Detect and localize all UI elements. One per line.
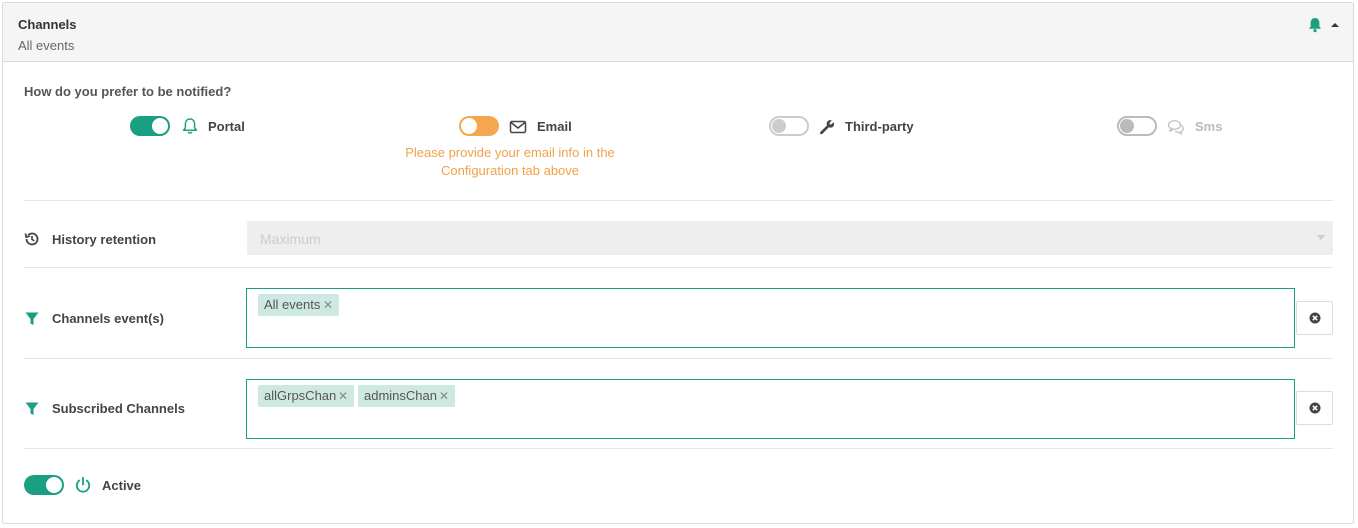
chevron-down-icon [1317, 235, 1325, 240]
email-label: Email [537, 119, 572, 134]
subscribed-channels-input[interactable]: allGrpsChan ✕ adminsChan ✕ [246, 379, 1295, 439]
remove-tag-icon[interactable]: ✕ [338, 385, 348, 407]
envelope-icon [509, 120, 527, 134]
divider [24, 267, 1333, 268]
third-party-label: Third-party [845, 119, 914, 134]
subscribed-channels-label: Subscribed Channels [52, 401, 185, 416]
panel-title: Channels [18, 17, 77, 32]
channels-events-label: Channels event(s) [52, 311, 164, 326]
divider [24, 358, 1333, 359]
power-icon [75, 476, 91, 493]
panel-subtitle: All events [18, 38, 75, 53]
remove-tag-icon[interactable]: ✕ [439, 385, 449, 407]
clear-subscribed-channels-button[interactable] [1296, 391, 1333, 425]
tag-all-events: All events ✕ [258, 294, 339, 316]
bell-icon [182, 118, 198, 134]
remove-tag-icon[interactable]: ✕ [323, 294, 333, 316]
tag-label: adminsChan [364, 388, 437, 403]
history-retention-select[interactable]: Maximum [247, 221, 1333, 255]
clear-icon [1309, 402, 1321, 414]
active-toggle[interactable] [24, 475, 64, 495]
channels-events-input[interactable]: All events ✕ [246, 288, 1295, 348]
portal-toggle[interactable] [130, 116, 170, 136]
email-toggle[interactable] [459, 116, 499, 136]
tag-label: allGrpsChan [264, 388, 337, 403]
tag-label: All events [264, 297, 321, 312]
history-retention-label: History retention [52, 232, 157, 247]
panel-header[interactable]: Channels All events [3, 3, 1353, 62]
divider [24, 200, 1333, 201]
active-label: Active [102, 478, 142, 493]
third-party-toggle[interactable] [769, 116, 809, 136]
sms-label: Sms [1195, 119, 1223, 134]
tag-allgrpschan: allGrpsChan ✕ [258, 385, 354, 407]
history-retention-value: Maximum [260, 231, 321, 247]
wrench-icon [820, 120, 835, 135]
filter-icon [25, 312, 39, 325]
tag-adminschan: adminsChan ✕ [358, 385, 455, 407]
caret-up-icon[interactable] [1330, 20, 1340, 30]
divider [24, 448, 1333, 449]
clear-icon [1309, 312, 1321, 324]
clear-channels-events-button[interactable] [1296, 301, 1333, 335]
email-warning: Please provide your email info in the Co… [405, 145, 615, 178]
portal-label: Portal [208, 119, 245, 134]
channels-panel: Channels All events [2, 2, 1354, 524]
notification-question: How do you prefer to be notified? [24, 84, 232, 99]
history-icon [24, 232, 39, 246]
filter-icon [25, 402, 39, 415]
chat-icon [1167, 119, 1184, 135]
sms-toggle[interactable] [1117, 116, 1157, 136]
bell-icon [1309, 18, 1321, 33]
